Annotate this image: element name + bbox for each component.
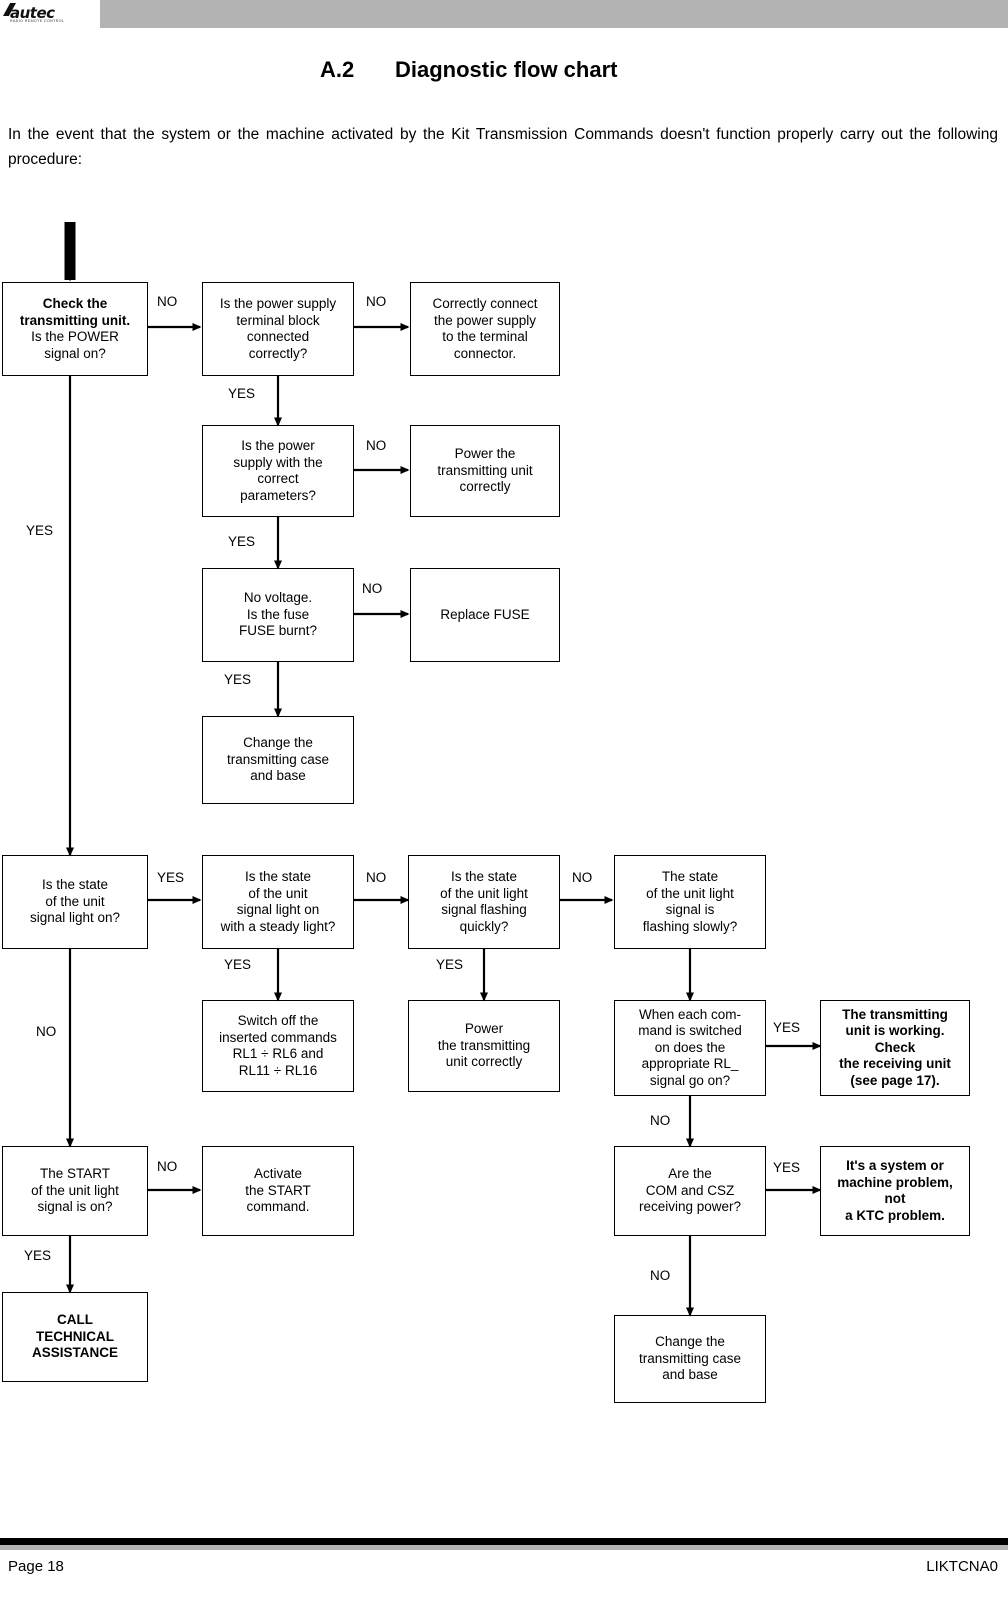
flow-node-n13: Switch off the inserted commands RL1 ÷ RL6… — [202, 1000, 354, 1092]
footer-grey-rule — [0, 1545, 1008, 1550]
flow-node-n5: Power the transmitting unit correctly — [410, 425, 560, 517]
flow-edge-label-l12: YES — [224, 957, 252, 972]
flow-node-n10: Is the state of the unit signal light on wi… — [202, 855, 354, 949]
flow-edge-label-l6: NO — [362, 581, 383, 596]
flow-node-n18: Activate the START command. — [202, 1146, 354, 1236]
flow-node-label: Is the power supply terminal block connect… — [219, 296, 337, 361]
flow-node-n3: Correctly connect the power supply to the … — [410, 282, 560, 376]
flow-node-n2: Is the power supply terminal block connect… — [202, 282, 354, 376]
flow-node-n12: The state of the unit light signal is flash… — [614, 855, 766, 949]
flow-edge-label-l9: YES — [157, 870, 185, 885]
flow-node-label: Is the state of the unit signal light on? — [29, 877, 121, 926]
flow-edge-label-l7: YES — [224, 672, 252, 687]
flow-node-label: CALL TECHNICAL ASSISTANCE — [31, 1312, 118, 1361]
flow-edge-label-l20: NO — [650, 1268, 671, 1283]
flow-node-n21: CALL TECHNICAL ASSISTANCE — [2, 1292, 148, 1382]
flow-node-n20: It's a system or machine problem, not a KTC… — [820, 1146, 970, 1236]
flow-node-n1: Check the transmitting unit. Is the POWER s… — [2, 282, 148, 376]
flow-edge-label-l2: NO — [366, 294, 387, 309]
flow-node-label: Check the transmitting unit. Is the POWER s… — [19, 296, 131, 361]
flow-node-n11: Is the state of the unit light signal flas… — [408, 855, 560, 949]
page-number: Page 18 — [8, 1558, 64, 1575]
footer-rule — [0, 1538, 1008, 1545]
flow-node-label: Is the state of the unit light signal flas… — [440, 869, 528, 934]
flow-edge-label-l1: NO — [157, 294, 178, 309]
flow-connectors — [64, 222, 822, 1317]
flow-edge-label-l18: YES — [773, 1160, 801, 1175]
flow-node-label: Are the COM and CSZ receiving power? — [638, 1166, 742, 1215]
flow-edge-label-l17: NO — [157, 1159, 178, 1174]
flow-node-n7: Replace FUSE — [410, 568, 560, 662]
flow-node-label: Change the transmitting case and base — [226, 735, 330, 784]
flow-node-label: Replace FUSE — [440, 606, 530, 622]
flow-node-label: Power the transmitting unit correctly — [437, 446, 533, 495]
diagnostic-flow-chart: Check the transmitting unit. Is the POWER s… — [0, 0, 1008, 1607]
flow-node-n4: Is the power supply with the correct parame… — [202, 425, 354, 517]
flow-node-n16: The transmitting unit is working. Check the… — [820, 1000, 970, 1096]
flow-edge-label-l10: NO — [366, 870, 387, 885]
flow-node-n9: Is the state of the unit signal light on? — [2, 855, 148, 949]
flow-node-n19: Are the COM and CSZ receiving power? — [614, 1146, 766, 1236]
flow-edge-label-l14: NO — [36, 1024, 57, 1039]
flow-edge-label-l11: NO — [572, 870, 593, 885]
flow-node-label: When each com-mand is switched on does th… — [638, 1006, 742, 1088]
flow-node-label: The transmitting unit is working. Check the… — [839, 1006, 951, 1088]
flow-node-n22: Change the transmitting case and base — [614, 1315, 766, 1403]
flow-node-label: Change the transmitting case and base — [638, 1334, 742, 1383]
flow-node-label: Correctly connect the power supply to the … — [432, 296, 538, 361]
flow-node-label: Is the state of the unit signal light on wi… — [220, 869, 336, 934]
flow-edge-label-l16: NO — [650, 1113, 671, 1128]
flow-node-label: Power the transmitting unit correctly — [437, 1021, 531, 1070]
flow-node-label: The state of the unit light signal is flash… — [642, 869, 738, 934]
flow-edge-label-l3: YES — [228, 386, 256, 401]
document-code: LIKTCNA0 — [926, 1558, 998, 1575]
flow-node-label: No voltage. Is the fuse FUSE burnt? — [238, 590, 318, 639]
flow-edge-label-l8: YES — [26, 523, 54, 538]
flow-node-label: Activate the START command. — [245, 1166, 311, 1215]
flow-node-n6: No voltage. Is the fuse FUSE burnt? — [202, 568, 354, 662]
flow-node-label: The START of the unit light signal is on? — [31, 1166, 119, 1215]
flow-edge-label-l13: YES — [436, 957, 464, 972]
flow-edge-label-l19: YES — [24, 1248, 52, 1263]
flow-node-n17: The START of the unit light signal is on? — [2, 1146, 148, 1236]
flow-edge-label-l4: NO — [366, 438, 387, 453]
flow-edge-label-l5: YES — [228, 534, 256, 549]
flow-node-label: Switch off the inserted commands RL1 ÷ RL6… — [219, 1013, 337, 1078]
flow-node-n14: Power the transmitting unit correctly — [408, 1000, 560, 1092]
flow-node-label: Is the power supply with the correct parame… — [233, 438, 323, 503]
flow-node-n8: Change the transmitting case and base — [202, 716, 354, 804]
flow-node-n15: When each com-mand is switched on does th… — [614, 1000, 766, 1096]
flow-edge-label-l15: YES — [773, 1020, 801, 1035]
flow-node-label: It's a system or machine problem, not a KTC… — [837, 1158, 953, 1223]
